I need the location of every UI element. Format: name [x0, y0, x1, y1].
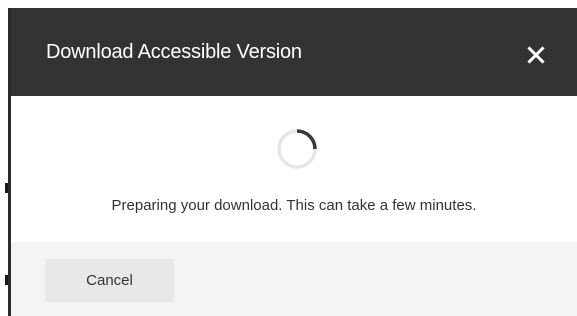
background-page-edge	[0, 8, 11, 316]
page-top-edge	[0, 0, 577, 8]
page: Download Accessible Version Preparing yo…	[0, 0, 577, 316]
close-icon	[527, 46, 545, 64]
dialog-title: Download Accessible Version	[46, 41, 302, 63]
close-button[interactable]	[526, 45, 546, 65]
download-dialog: Download Accessible Version Preparing yo…	[11, 8, 577, 316]
spinner-icon	[277, 129, 317, 169]
dialog-footer: Cancel	[11, 242, 577, 316]
dialog-header: Download Accessible Version	[11, 8, 577, 96]
dialog-body: Preparing your download. This can take a…	[11, 96, 577, 242]
cancel-button[interactable]: Cancel	[45, 259, 174, 302]
status-message: Preparing your download. This can take a…	[111, 197, 477, 214]
